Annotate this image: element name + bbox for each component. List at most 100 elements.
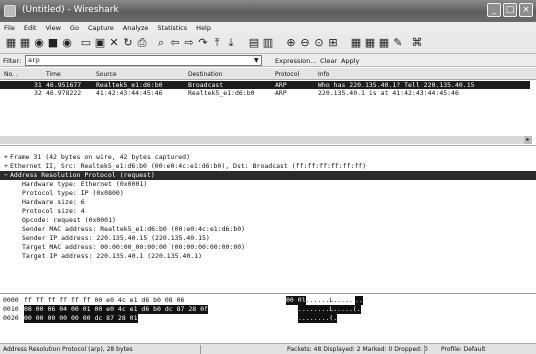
- detail-row-frame[interactable]: + Frame 31 (42 bytes on wire, 42 bytes c…: [0, 153, 536, 162]
- bottom-icon[interactable]: ⤓: [225, 37, 237, 49]
- autoscroll-icon[interactable]: ▥: [262, 37, 274, 49]
- bytes-ascii-highlight[interactable]: ........(.: [298, 314, 338, 323]
- expand-icon[interactable]: +: [3, 153, 9, 162]
- packet-row[interactable]: 31 46.951677 Realtek5_e1:d6:b0 Broadcast…: [0, 81, 530, 89]
- filter-dropdown-icon[interactable]: ▼: [254, 57, 259, 64]
- window-title: (Untitled) - Wireshark: [22, 5, 119, 15]
- detail-row-arp[interactable]: − Address Resolution Protocol (request): [0, 171, 536, 180]
- print-icon[interactable]: ⎙: [136, 37, 148, 49]
- top-icon[interactable]: ⤒: [211, 37, 223, 49]
- title-bar: (Untitled) - Wireshark _ □ ×: [0, 0, 536, 22]
- menu-go[interactable]: Go: [70, 24, 79, 32]
- display-filters-icon[interactable]: ▦: [364, 37, 376, 49]
- detail-row-field[interactable]: Protocol size: 4: [0, 207, 536, 216]
- menu-analyze[interactable]: Analyze: [123, 24, 149, 32]
- packet-source: 41:42:43:44:45:46: [96, 89, 163, 97]
- find-icon[interactable]: ⌕: [155, 37, 167, 49]
- detail-text: Target IP address: 220.135.40.1 (220.135…: [22, 252, 203, 260]
- interfaces-icon[interactable]: ▦: [5, 37, 17, 49]
- close-file-icon[interactable]: ✕: [108, 37, 120, 49]
- goto-icon[interactable]: ↷: [197, 37, 209, 49]
- bytes-ascii-highlight[interactable]: ..: [355, 296, 363, 305]
- coloring-rules-icon[interactable]: ▦: [378, 37, 390, 49]
- minimize-button[interactable]: _: [487, 3, 501, 17]
- status-field-info: Address Resolution Protocol (arp), 28 by…: [3, 346, 133, 353]
- packet-list-header: No. . Time Source Destination Protocol I…: [0, 68, 536, 80]
- column-no[interactable]: No. .: [4, 71, 18, 78]
- column-destination[interactable]: Destination: [188, 71, 222, 78]
- bytes-hex[interactable]: ff ff ff ff ff ff 00 e0 4c e1 d6 b0 08 0…: [24, 296, 184, 305]
- detail-row-ethernet[interactable]: + Ethernet II, Src: Realtek5_e1:d6:b0 (0…: [0, 162, 536, 171]
- column-info[interactable]: Info: [318, 71, 329, 78]
- capture-filters-icon[interactable]: ▦: [350, 37, 362, 49]
- menu-bar: File Edit View Go Capture Analyze Statis…: [0, 22, 536, 34]
- packet-protocol: ARP: [275, 89, 287, 97]
- packet-list[interactable]: No. . Time Source Destination Protocol I…: [0, 68, 536, 146]
- column-protocol[interactable]: Protocol: [275, 71, 299, 78]
- bytes-ascii[interactable]: ........L.....: [298, 296, 353, 305]
- save-icon[interactable]: ▣: [94, 37, 106, 49]
- detail-text: Ethernet II, Src: Realtek5_e1:d6:b0 (00:…: [10, 162, 367, 170]
- packet-row[interactable]: 32 46.978222 41:42:43:44:45:46 Realtek5_…: [0, 89, 530, 97]
- detail-row-field[interactable]: Opcode: request (0x0001): [0, 216, 536, 225]
- wireshark-app-icon: [4, 5, 16, 17]
- packet-destination: Realtek5_e1:d6:b0: [188, 89, 255, 97]
- help-icon[interactable]: ⌘: [411, 37, 423, 49]
- detail-row-field[interactable]: Sender IP address: 220.135.40.15 (220.13…: [0, 234, 536, 243]
- normal-size-icon[interactable]: ⊙: [313, 37, 325, 49]
- packet-destination: Broadcast: [188, 81, 224, 89]
- open-icon[interactable]: ▭: [80, 37, 92, 49]
- expand-icon[interactable]: +: [3, 162, 9, 171]
- menu-view[interactable]: View: [45, 24, 60, 32]
- collapse-icon[interactable]: −: [3, 171, 9, 180]
- forward-icon[interactable]: ⇨: [183, 37, 195, 49]
- column-time[interactable]: Time: [46, 71, 61, 78]
- preferences-icon[interactable]: ✎: [392, 37, 404, 49]
- expression-button[interactable]: Expression...: [275, 57, 316, 65]
- bytes-ascii-highlight[interactable]: ........L.....(.: [298, 305, 361, 314]
- packet-no: 32: [34, 89, 42, 97]
- options-icon[interactable]: ▦: [19, 37, 31, 49]
- clear-button[interactable]: Clear: [320, 57, 337, 65]
- back-icon[interactable]: ⇦: [169, 37, 181, 49]
- menu-edit[interactable]: Edit: [24, 24, 37, 32]
- packet-bytes[interactable]: 0000 ff ff ff ff ff ff 00 e0 4c e1 d6 b0…: [0, 295, 536, 343]
- bytes-hex-highlight[interactable]: 00 00 00 00 00 00 dc 87 28 01: [24, 314, 138, 323]
- menu-file[interactable]: File: [4, 24, 15, 32]
- bytes-row: 0020 00 00 00 00 00 00 dc 87 28 01 .....…: [0, 314, 536, 323]
- bytes-row: 0010 08 00 06 04 00 01 00 e0 4c e1 d6 b0…: [0, 305, 536, 314]
- filter-input[interactable]: arp: [25, 55, 262, 66]
- scroll-right-icon[interactable]: ▸: [524, 136, 532, 144]
- start-capture-icon[interactable]: ◉: [33, 37, 45, 49]
- detail-text: Opcode: request (0x0001): [22, 216, 116, 224]
- detail-text: Hardware size: 6: [22, 198, 85, 206]
- bytes-offset: 0010: [3, 305, 19, 313]
- resize-columns-icon[interactable]: ⊞: [327, 37, 339, 49]
- status-profile[interactable]: Profile: Default: [441, 346, 486, 353]
- zoom-out-icon[interactable]: ⊖: [299, 37, 311, 49]
- colorize-icon[interactable]: ▤: [248, 37, 260, 49]
- status-divider: [200, 345, 201, 354]
- filter-label: Filter:: [3, 57, 22, 65]
- zoom-in-icon[interactable]: ⊕: [285, 37, 297, 49]
- menu-help[interactable]: Help: [196, 24, 211, 32]
- close-button[interactable]: ×: [519, 3, 533, 17]
- detail-row-field[interactable]: Sender MAC address: Realtek5_e1:d6:b0 (0…: [0, 225, 536, 234]
- stop-capture-icon[interactable]: ■: [47, 37, 59, 49]
- menu-statistics[interactable]: Statistics: [157, 24, 187, 32]
- menu-capture[interactable]: Capture: [88, 24, 114, 32]
- bytes-hex-highlight[interactable]: 08 00 06 04 00 01 00 e0 4c e1 d6 b0 dc 8…: [24, 305, 208, 314]
- maximize-button[interactable]: □: [503, 3, 517, 17]
- column-source[interactable]: Source: [96, 71, 117, 78]
- reload-icon[interactable]: ↻: [122, 37, 134, 49]
- packet-list-scrollbar[interactable]: ▸: [0, 136, 532, 144]
- detail-row-field[interactable]: Target IP address: 220.135.40.1 (220.135…: [0, 252, 536, 261]
- bytes-offset: 0000: [3, 296, 19, 304]
- restart-capture-icon[interactable]: ◉: [61, 37, 73, 49]
- apply-button[interactable]: Apply: [341, 57, 359, 65]
- detail-row-field[interactable]: Target MAC address: 00:00:00_00:00:00 (0…: [0, 243, 536, 252]
- packet-details[interactable]: + Frame 31 (42 bytes on wire, 42 bytes c…: [0, 148, 536, 294]
- detail-row-field[interactable]: Protocol type: IP (0x0800): [0, 189, 536, 198]
- detail-row-field[interactable]: Hardware type: Ethernet (0x0001): [0, 180, 536, 189]
- detail-row-field[interactable]: Hardware size: 6: [0, 198, 536, 207]
